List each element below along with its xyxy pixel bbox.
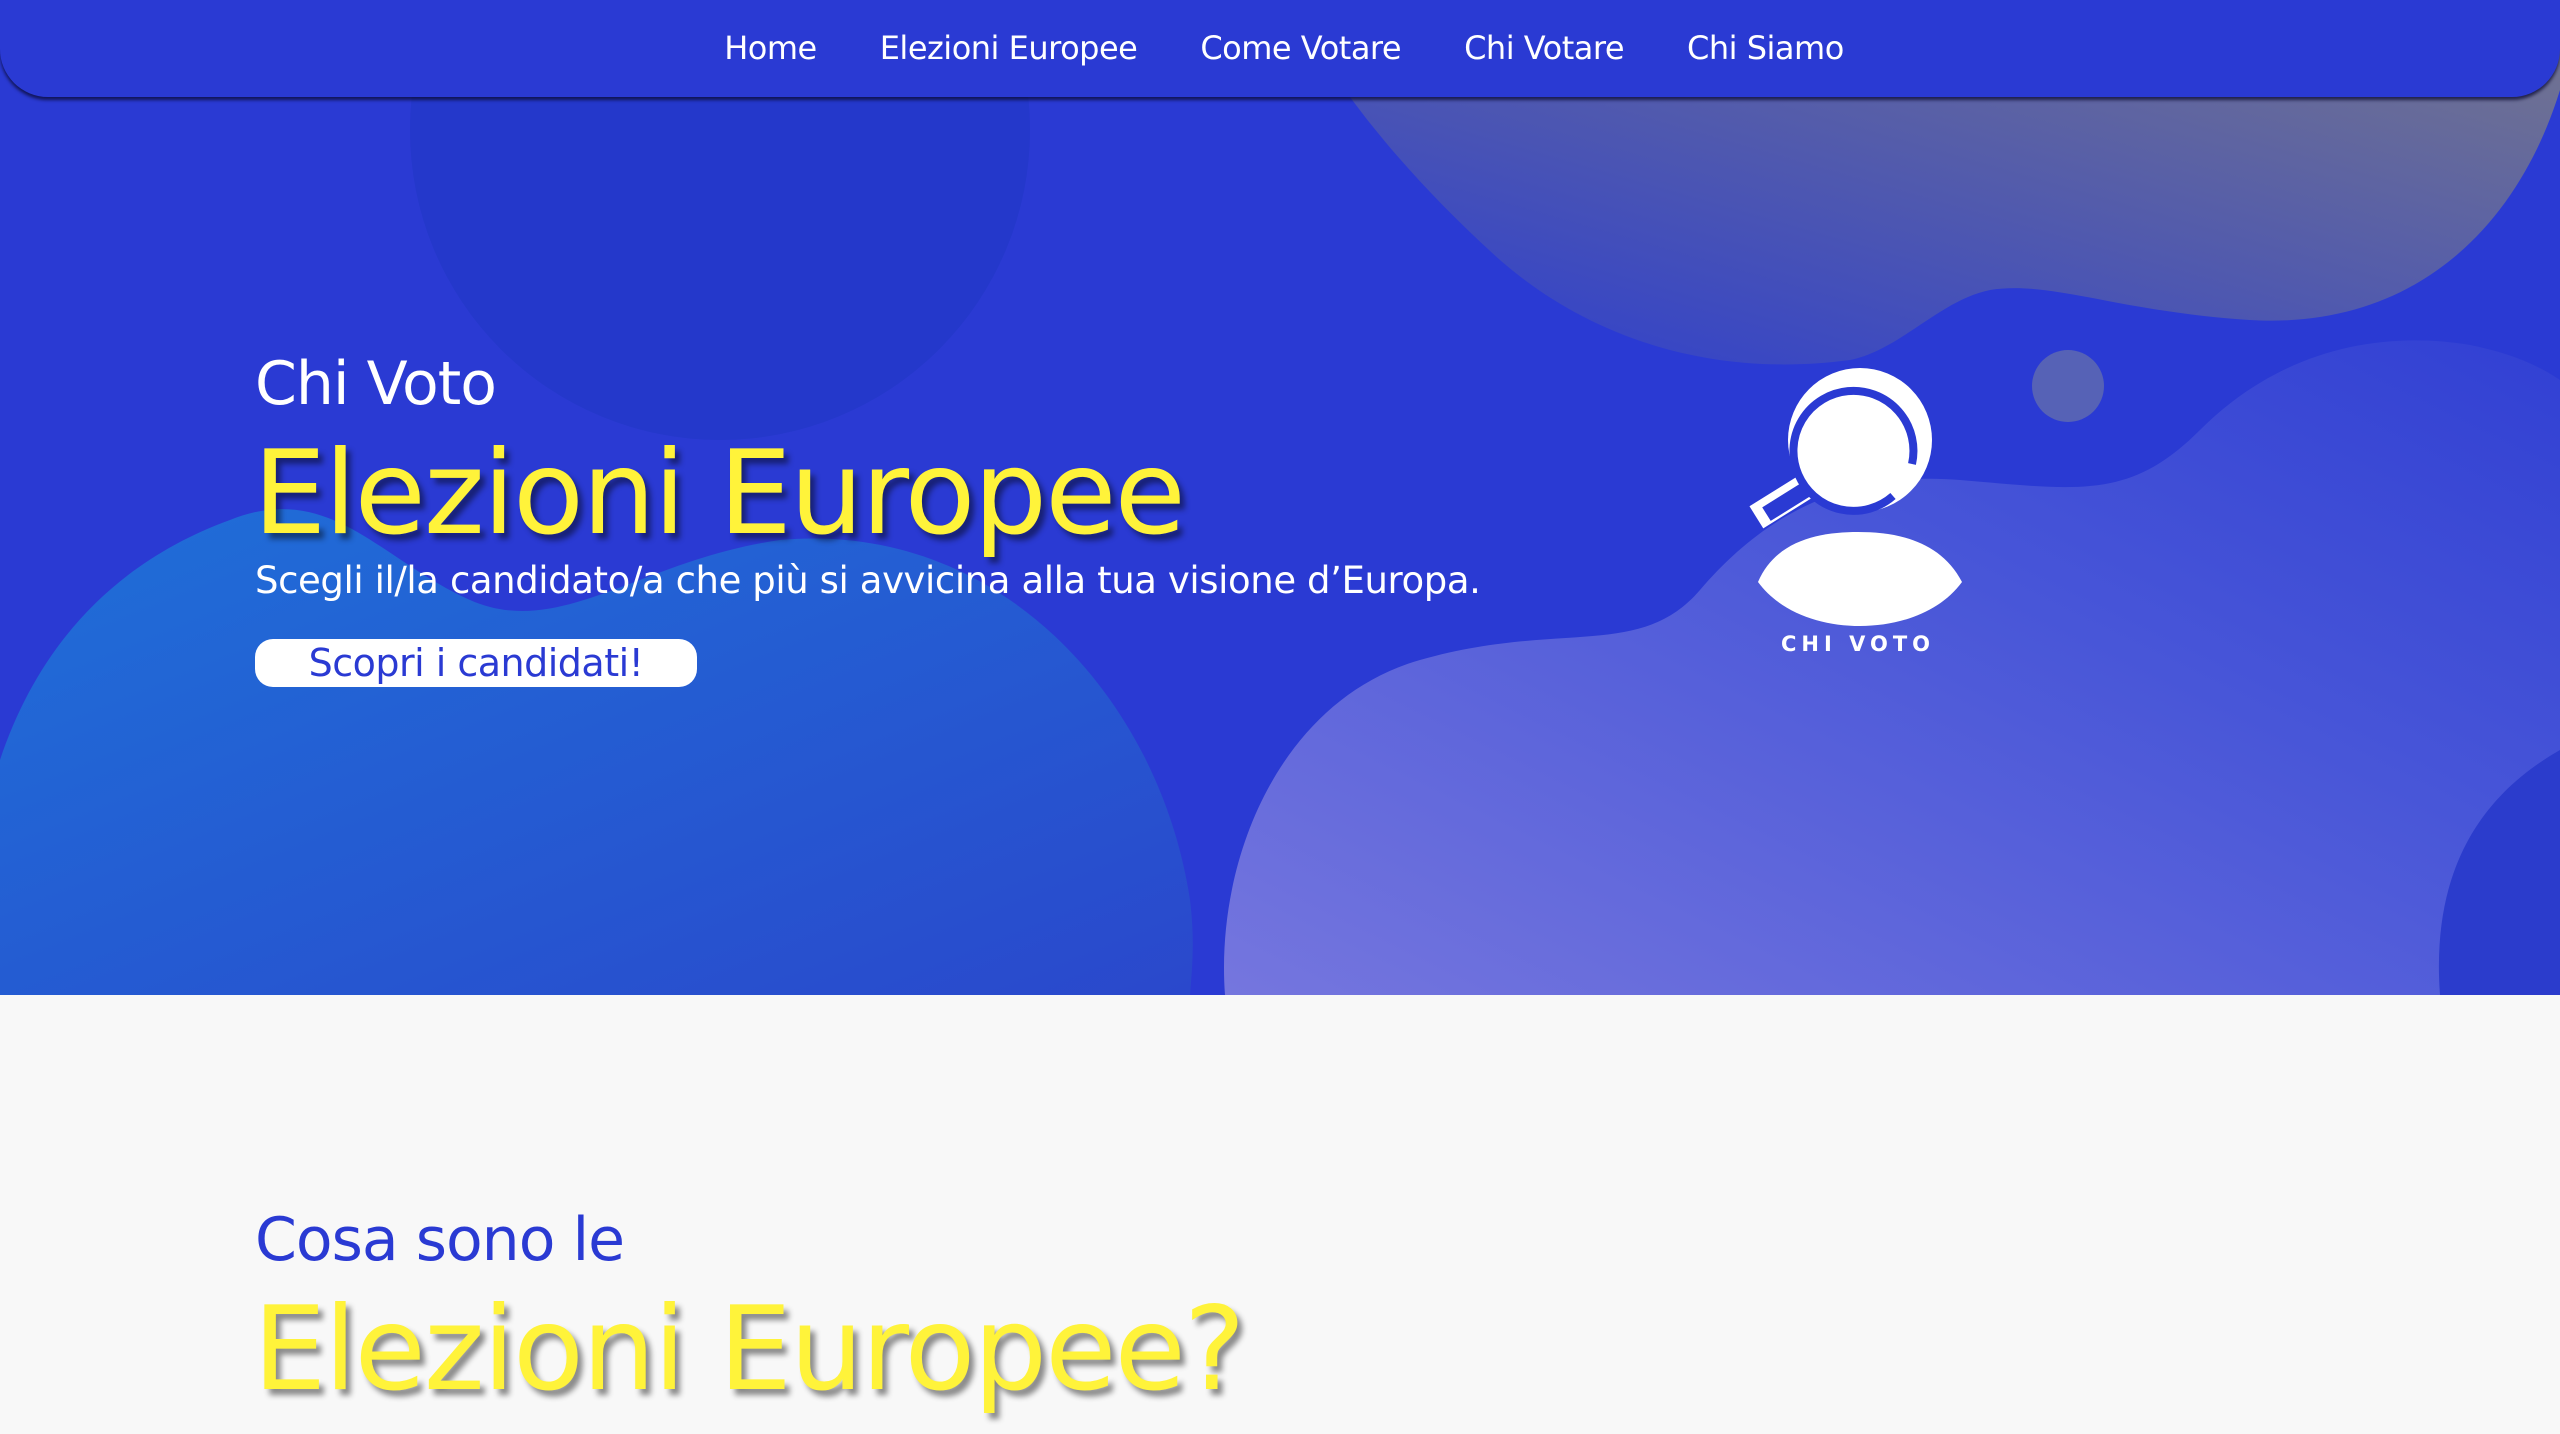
- chi-voto-logo: CHI VOTO: [1700, 360, 1980, 660]
- nav-item-chi-siamo[interactable]: Chi Siamo: [1687, 29, 1844, 67]
- section-kicker: Cosa sono le: [255, 1205, 625, 1275]
- logo-caption: CHI VOTO: [1780, 632, 1936, 656]
- hero-content: Chi Voto Elezioni Europee Scegli il/la c…: [253, 340, 1481, 687]
- discover-candidates-button[interactable]: Scopri i candidati!: [255, 639, 697, 687]
- nav-item-chi-votare[interactable]: Chi Votare: [1464, 29, 1624, 67]
- hero-title: Elezioni Europee: [253, 426, 1186, 561]
- nav-list: Home Elezioni Europee Come Votare Chi Vo…: [724, 29, 1844, 67]
- nav-item-home[interactable]: Home: [724, 29, 817, 67]
- hero-subtitle: Scegli il/la candidato/a che più si avvi…: [255, 559, 1481, 602]
- hero-section: Chi Voto Elezioni Europee Scegli il/la c…: [0, 0, 2560, 995]
- what-are-elections-section: Cosa sono le Elezioni Europee?: [253, 1205, 1245, 1417]
- top-navbar: Home Elezioni Europee Come Votare Chi Vo…: [0, 0, 2560, 97]
- nav-item-come-votare[interactable]: Come Votare: [1200, 29, 1401, 67]
- nav-item-elezioni-europee[interactable]: Elezioni Europee: [880, 29, 1138, 67]
- hero-kicker: Chi Voto: [255, 349, 497, 419]
- user-magnifier-icon: [1749, 368, 1962, 626]
- section-title: Elezioni Europee?: [253, 1282, 1245, 1417]
